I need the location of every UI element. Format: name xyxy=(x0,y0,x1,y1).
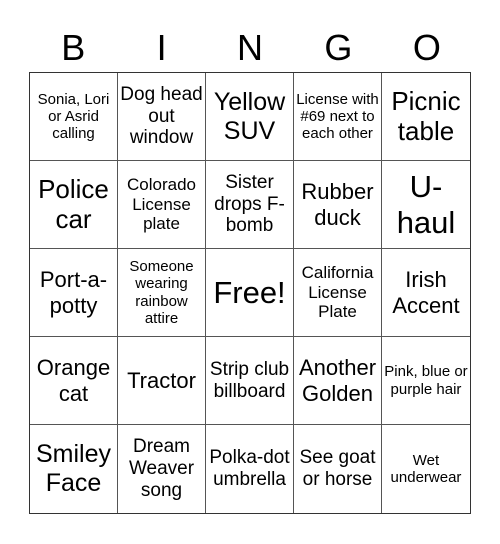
bingo-cell[interactable]: California License Plate xyxy=(294,249,382,337)
bingo-cell[interactable]: Sonia, Lori or Asrid calling xyxy=(30,73,118,161)
bingo-grid: Sonia, Lori or Asrid calling Dog head out… xyxy=(29,72,471,514)
bingo-cell[interactable]: Yellow SUV xyxy=(206,73,294,161)
bingo-cell[interactable]: Picnic table xyxy=(382,73,470,161)
header-letter-n: N xyxy=(237,27,264,68)
bingo-cell[interactable]: Pink, blue or purple hair xyxy=(382,337,470,425)
bingo-cell[interactable]: Someone wearing rainbow attire xyxy=(118,249,206,337)
bingo-cell[interactable]: Dream Weaver song xyxy=(118,425,206,513)
bingo-cell[interactable]: Port-a-potty xyxy=(30,249,118,337)
bingo-cell[interactable]: License with #69 next to each other xyxy=(294,73,382,161)
bingo-cell[interactable]: Sister drops F-bomb xyxy=(206,161,294,249)
header-letter-o: O xyxy=(412,27,441,68)
bingo-cell[interactable]: Rubber duck xyxy=(294,161,382,249)
header-letter-i: I xyxy=(156,27,167,68)
header-letter-g: G xyxy=(324,27,353,68)
bingo-cell[interactable]: Dog head out window xyxy=(118,73,206,161)
bingo-cell[interactable]: U-haul xyxy=(382,161,470,249)
bingo-cell[interactable]: Tractor xyxy=(118,337,206,425)
bingo-cell[interactable]: Orange cat xyxy=(30,337,118,425)
bingo-cell[interactable]: Irish Accent xyxy=(382,249,470,337)
bingo-cell[interactable]: Strip club billboard xyxy=(206,337,294,425)
bingo-cell[interactable]: See goat or horse xyxy=(294,425,382,513)
bingo-cell[interactable]: Police car xyxy=(30,161,118,249)
free-space-cell[interactable]: Free! xyxy=(206,249,294,337)
bingo-cell[interactable]: Colorado License plate xyxy=(118,161,206,249)
bingo-cell[interactable]: Smiley Face xyxy=(30,425,118,513)
bingo-header: B I N G O xyxy=(29,26,471,70)
bingo-cell[interactable]: Another Golden xyxy=(294,337,382,425)
bingo-cell[interactable]: Wet underwear xyxy=(382,425,470,513)
bingo-cell[interactable]: Polka-dot umbrella xyxy=(206,425,294,513)
header-letter-b: B xyxy=(61,27,86,68)
